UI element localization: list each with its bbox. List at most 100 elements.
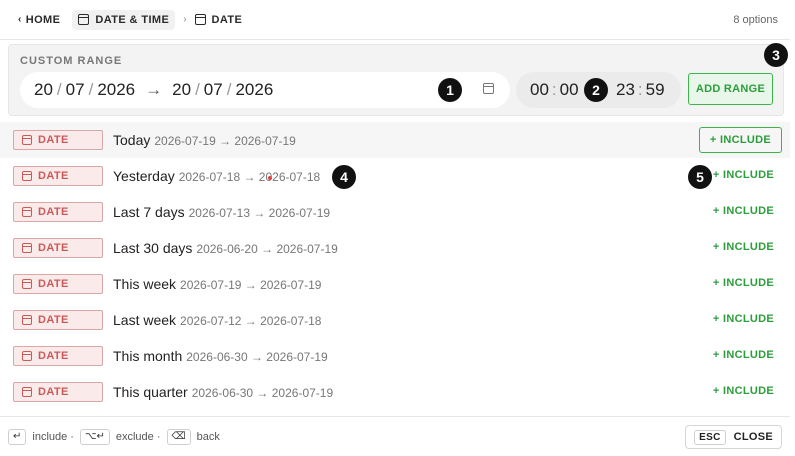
shortcut-footer: ↵ include · ⌥↵ exclude · ⌫ back ESC CLOS…	[0, 416, 790, 456]
time-to[interactable]: 23:59	[616, 80, 665, 100]
breadcrumb-home[interactable]: ‹ HOME	[18, 14, 60, 26]
custom-range-label: CUSTOM RANGE	[20, 55, 123, 67]
close-button[interactable]: ESC CLOSE	[685, 425, 782, 449]
include-button[interactable]: + INCLUDE	[713, 169, 774, 181]
option-label: This week 2026-07-19 → 2026-07-19	[113, 276, 321, 292]
date-tag: DATE	[13, 346, 103, 366]
to-day[interactable]: 20	[172, 80, 191, 100]
option-name: This week	[113, 276, 177, 292]
option-name: Last 30 days	[113, 240, 193, 256]
time-from[interactable]: 00:00	[530, 80, 579, 100]
breadcrumb-date-label: DATE	[211, 13, 243, 26]
option-name: Last week	[113, 312, 177, 328]
option-label: This month 2026-06-30 → 2026-07-19	[113, 348, 328, 364]
date-tag-label: DATE	[38, 314, 69, 326]
breadcrumb-date-time[interactable]: DATE & TIME	[72, 9, 176, 30]
to-month[interactable]: 07	[204, 80, 223, 100]
calendar-icon	[22, 171, 32, 181]
date-tag-label: DATE	[38, 278, 69, 290]
include-button[interactable]: + INCLUDE	[713, 313, 774, 325]
date-tag: DATE	[13, 238, 103, 258]
annotation-marker-3: 3	[764, 43, 788, 67]
list-item[interactable]: DATE Yesterday 2026-07-18 → 2026-07-18 + …	[0, 158, 790, 194]
calendar-icon	[194, 14, 206, 25]
cursor-dot	[268, 176, 272, 180]
annotation-marker-1: 1	[438, 78, 462, 102]
list-item[interactable]: DATE This quarter 2026-06-30 → 2026-07-19…	[0, 374, 790, 410]
list-item[interactable]: DATE Last 7 days 2026-07-13 → 2026-07-19 …	[0, 194, 790, 230]
backspace-key-icon: ⌫	[166, 428, 191, 445]
date-tag: DATE	[13, 202, 103, 222]
list-item[interactable]: DATE Last week 2026-07-12 → 2026-07-18 + …	[0, 302, 790, 338]
include-button[interactable]: + INCLUDE	[713, 205, 774, 217]
calendar-picker-icon[interactable]	[483, 83, 494, 94]
date-tag-label: DATE	[38, 386, 69, 398]
option-range: 2026-06-20 → 2026-07-19	[196, 242, 338, 256]
date-tag: DATE	[13, 130, 103, 150]
chevron-left-icon: ‹	[18, 14, 22, 25]
list-item[interactable]: DATE Last 30 days 2026-06-20 → 2026-07-19…	[0, 230, 790, 266]
shortcut-include-label: include ·	[32, 430, 74, 443]
add-range-button[interactable]: ADD RANGE	[688, 73, 773, 105]
breadcrumb-home-label: HOME	[25, 13, 61, 26]
include-button[interactable]: + INCLUDE	[698, 127, 782, 153]
option-range: 2026-07-13 → 2026-07-19	[188, 206, 331, 220]
shortcut-back-label: back	[196, 430, 220, 443]
time-from-minute[interactable]: 00	[560, 80, 579, 99]
option-range: 2026-06-30 → 2026-07-19	[186, 350, 328, 364]
option-range: 2026-07-19 → 2026-07-19	[154, 134, 296, 148]
option-label: Last 30 days 2026-06-20 → 2026-07-19	[113, 240, 338, 256]
option-name: Yesterday	[113, 168, 175, 184]
shortcut-exclude-label: exclude ·	[115, 430, 161, 443]
chevron-right-icon: ›	[183, 14, 187, 25]
calendar-icon	[78, 14, 90, 25]
option-range: 2026-07-18 → 2026-07-18	[178, 170, 321, 184]
date-tag-label: DATE	[38, 242, 69, 254]
include-button[interactable]: + INCLUDE	[713, 241, 774, 253]
include-button[interactable]: + INCLUDE	[713, 385, 774, 397]
option-range: 2026-07-12 → 2026-07-18	[180, 314, 322, 328]
date-tag-label: DATE	[38, 170, 69, 182]
date-tag-label: DATE	[38, 350, 69, 362]
calendar-icon	[22, 387, 32, 397]
option-range: 2026-07-19 → 2026-07-19	[180, 278, 322, 292]
list-item[interactable]: DATE Today 2026-07-19 → 2026-07-19 + INCL…	[0, 122, 790, 158]
option-label: Last 7 days 2026-07-13 → 2026-07-19	[113, 204, 330, 220]
time-from-hour[interactable]: 00	[530, 80, 549, 99]
calendar-icon	[22, 279, 32, 289]
date-range-input[interactable]: 20/ 07/ 2026 → 20/ 07/ 2026	[20, 72, 510, 108]
list-item[interactable]: DATE This week 2026-07-19 → 2026-07-19 + …	[0, 266, 790, 302]
from-day[interactable]: 20	[34, 80, 53, 100]
date-tag: DATE	[13, 274, 103, 294]
list-item[interactable]: DATE This month 2026-06-30 → 2026-07-19 +…	[0, 338, 790, 374]
option-label: Today 2026-07-19 → 2026-07-19	[113, 132, 296, 148]
from-year[interactable]: 2026	[97, 80, 135, 100]
breadcrumb-date-time-label: DATE & TIME	[95, 13, 170, 26]
shortcut-back: ⌫ back	[166, 428, 220, 445]
from-month[interactable]: 07	[66, 80, 85, 100]
annotation-marker-5: 5	[688, 165, 712, 189]
date-tag: DATE	[13, 310, 103, 330]
option-name: This month	[113, 348, 183, 364]
time-to-minute[interactable]: 59	[646, 80, 665, 99]
option-range: 2026-06-30 → 2026-07-19	[191, 386, 334, 400]
option-label: Yesterday 2026-07-18 → 2026-07-18	[113, 168, 320, 184]
close-label: CLOSE	[733, 431, 773, 443]
option-name: Last 7 days	[113, 204, 185, 220]
enter-key-icon: ↵	[8, 428, 27, 445]
breadcrumb-bar: ‹ HOME DATE & TIME › DATE 8 options	[0, 0, 790, 40]
esc-key-label: ESC	[694, 429, 726, 445]
time-to-hour[interactable]: 23	[616, 80, 635, 99]
custom-range-panel: CUSTOM RANGE 20/ 07/ 2026 → 20/ 07/ 2026…	[8, 44, 784, 116]
option-enter-key-icon: ⌥↵	[79, 428, 110, 445]
calendar-icon	[22, 207, 32, 217]
annotation-marker-4: 4	[332, 165, 356, 189]
include-button[interactable]: + INCLUDE	[713, 349, 774, 361]
option-label: Last week 2026-07-12 → 2026-07-18	[113, 312, 321, 328]
shortcut-exclude: ⌥↵ exclude ·	[79, 428, 161, 445]
include-button[interactable]: + INCLUDE	[713, 277, 774, 289]
date-tag: DATE	[13, 382, 103, 402]
to-year[interactable]: 2026	[235, 80, 273, 100]
date-tag: DATE	[13, 166, 103, 186]
calendar-icon	[22, 315, 32, 325]
